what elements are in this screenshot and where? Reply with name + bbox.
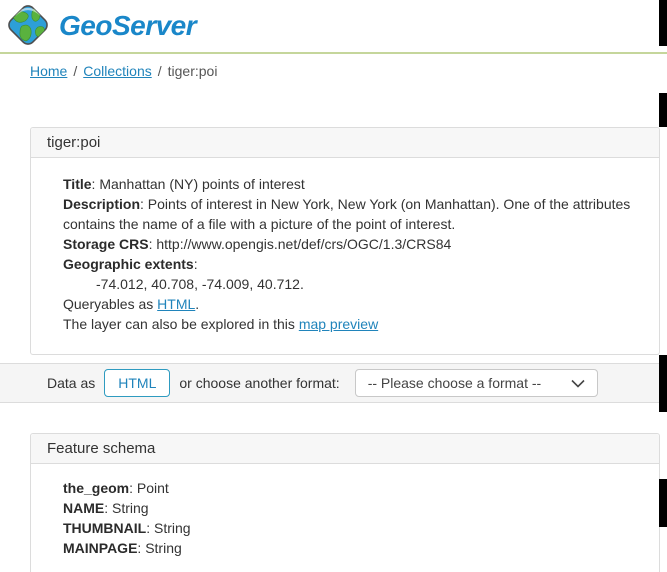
schema-attribute-row: the_geom: Point [63,478,645,498]
feature-schema-title: Feature schema [31,434,659,464]
collection-title-row: Title: Manhattan (NY) points of interest [63,174,645,194]
collection-extents-label-row: Geographic extents: [63,254,645,274]
html-format-button[interactable]: HTML [104,369,170,397]
schema-attribute-row: THUMBNAIL: String [63,518,645,538]
format-bar-prefix: Data as [47,375,95,391]
screen-edge-artifact [659,0,667,46]
breadcrumb-home-link[interactable]: Home [30,63,67,79]
screen-edge-artifact [659,479,667,527]
geoserver-logo: GeoServer [5,2,196,51]
schema-attribute-row: NAME: String [63,498,645,518]
breadcrumb-separator: / [158,63,162,79]
map-preview-link[interactable]: map preview [299,316,378,332]
format-select[interactable]: -- Please choose a format -- [355,369,598,397]
queryables-html-link[interactable]: HTML [157,296,195,312]
feature-schema-body: the_geom: Point NAME: String THUMBNAIL: … [31,464,659,572]
geoserver-globe-icon [5,2,51,51]
screen-edge-artifact [659,93,667,127]
breadcrumb-current-item: tiger:poi [168,63,218,79]
map-preview-row: The layer can also be explored in this m… [63,314,645,334]
collection-description-row: Description: Points of interest in New Y… [63,194,645,234]
queryables-row: Queryables as HTML. [63,294,645,314]
collection-extents-value: -74.012, 40.708, -74.009, 40.712. [63,274,645,294]
breadcrumb-separator: / [73,63,77,79]
schema-attribute-row: MAINPAGE: String [63,538,645,558]
site-header: GeoServer [0,0,667,52]
collection-panel: tiger:poi Title: Manhattan (NY) points o… [30,127,660,355]
collection-panel-title: tiger:poi [31,128,659,158]
chevron-down-icon [571,375,585,391]
breadcrumb: Home / Collections / tiger:poi [0,54,667,82]
geoserver-logo-text: GeoServer [59,10,196,42]
format-bar: Data as HTML or choose another format: -… [0,363,667,403]
screen-edge-artifact [659,355,667,412]
page: GeoServer Home / Collections / tiger:poi tig… [0,0,667,572]
collection-panel-body: Title: Manhattan (NY) points of interest… [31,158,659,354]
collection-storage-crs-row: Storage CRS: http://www.opengis.net/def/… [63,234,645,254]
format-bar-middle-label: or choose another format: [179,375,339,391]
feature-schema-panel: Feature schema the_geom: Point NAME: Str… [30,433,660,572]
format-select-value: -- Please choose a format -- [368,375,542,391]
breadcrumb-collections-link[interactable]: Collections [83,63,151,79]
